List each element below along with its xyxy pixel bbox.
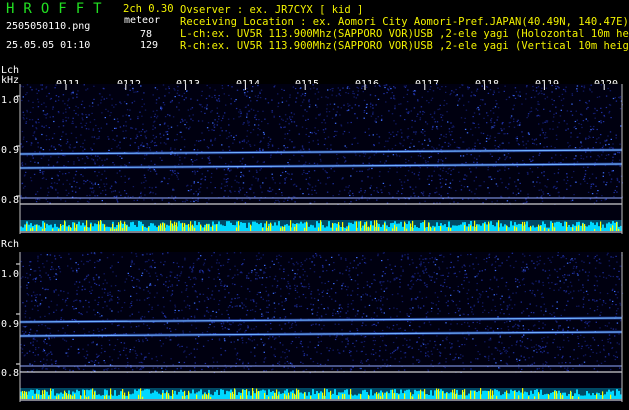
lch-spectrogram-panel bbox=[16, 84, 623, 234]
spectrogram-canvas bbox=[16, 84, 624, 402]
lch-ytick-marks bbox=[16, 95, 20, 197]
rch-spectrogram-panel bbox=[16, 252, 624, 402]
hrofft-window: HROFFT 2ch 0.30 2505050110.png meteor 78… bbox=[0, 0, 629, 410]
rch-level-strip bbox=[20, 388, 622, 401]
rch-ytick-marks bbox=[16, 263, 20, 365]
lch-level-strip bbox=[20, 220, 622, 233]
rch-background bbox=[20, 252, 622, 402]
